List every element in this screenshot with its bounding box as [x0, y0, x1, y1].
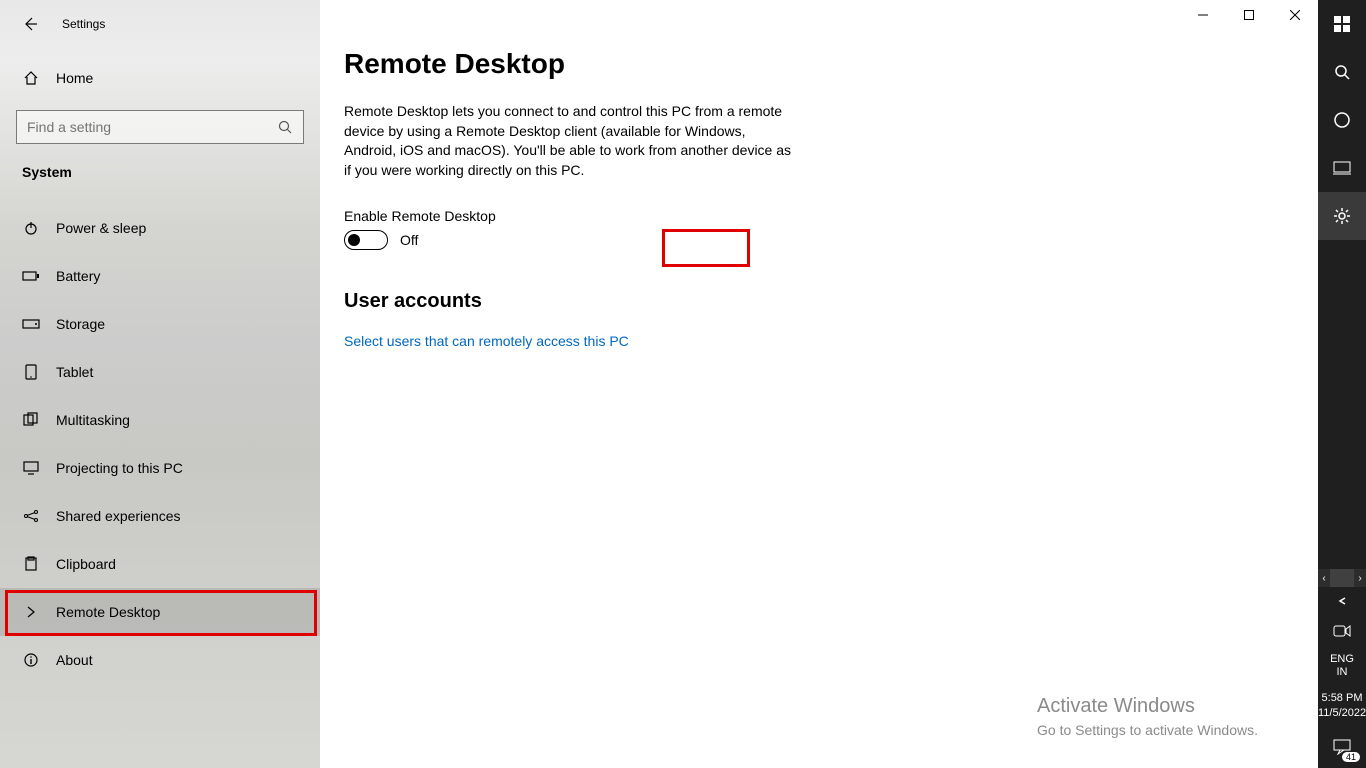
action-center-button[interactable]: 41 — [1318, 726, 1366, 768]
back-button[interactable] — [12, 6, 48, 42]
taskbar-search-button[interactable] — [1318, 48, 1366, 96]
sidebar-item-storage[interactable]: Storage — [0, 300, 320, 348]
home-icon — [20, 70, 42, 86]
enable-remote-desktop-toggle[interactable] — [344, 230, 388, 250]
sidebar-item-label: Projecting to this PC — [56, 460, 183, 476]
maximize-button[interactable] — [1226, 0, 1272, 30]
sidebar-item-clipboard[interactable]: Clipboard — [0, 540, 320, 588]
home-nav[interactable]: Home — [0, 58, 320, 98]
notification-badge: 41 — [1342, 752, 1360, 762]
page-description: Remote Desktop lets you connect to and c… — [344, 102, 794, 180]
meet-now-button[interactable] — [1318, 615, 1366, 647]
taskbar-scroll[interactable]: ‹ › — [1318, 569, 1366, 587]
sidebar-item-multitasking[interactable]: Multitasking — [0, 396, 320, 444]
sidebar-item-label: Battery — [56, 268, 100, 284]
remote-desktop-icon — [20, 604, 42, 620]
multitasking-icon — [20, 412, 42, 428]
category-label: System — [0, 144, 320, 190]
cortana-button[interactable] — [1318, 96, 1366, 144]
watermark-subtitle: Go to Settings to activate Windows. — [1037, 722, 1258, 738]
sidebar-item-about[interactable]: About — [0, 636, 320, 684]
sidebar-item-label: Remote Desktop — [56, 604, 160, 620]
close-button[interactable] — [1272, 0, 1318, 30]
power-icon — [20, 220, 42, 236]
projecting-icon — [20, 460, 42, 476]
main-content: Remote Desktop Remote Desktop lets you c… — [320, 0, 1318, 768]
lang-secondary: IN — [1318, 666, 1366, 679]
scroll-left-icon[interactable]: ‹ — [1318, 569, 1330, 587]
clock-date: 11/5/2022 — [1318, 706, 1366, 720]
sidebar-item-power-sleep[interactable]: Power & sleep — [0, 204, 320, 252]
settings-sidebar: Settings Home System Power & sleep Batte… — [0, 0, 320, 768]
clock-time: 5:58 PM — [1318, 691, 1366, 705]
language-indicator[interactable]: ENG IN — [1318, 647, 1366, 685]
page-title: Remote Desktop — [344, 48, 1318, 80]
sidebar-item-label: Tablet — [56, 364, 93, 380]
scroll-track[interactable] — [1330, 569, 1354, 587]
sidebar-item-remote-desktop[interactable]: Remote Desktop — [0, 588, 320, 636]
sidebar-item-label: Power & sleep — [56, 220, 146, 236]
sidebar-item-label: Shared experiences — [56, 508, 181, 524]
info-icon — [20, 652, 42, 668]
sidebar-item-tablet[interactable]: Tablet — [0, 348, 320, 396]
sidebar-item-label: Storage — [56, 316, 105, 332]
home-label: Home — [56, 70, 93, 86]
shared-icon — [20, 508, 42, 524]
window-title: Settings — [62, 17, 105, 31]
sidebar-item-shared-experiences[interactable]: Shared experiences — [0, 492, 320, 540]
sidebar-item-label: Clipboard — [56, 556, 116, 572]
tablet-icon — [20, 364, 42, 380]
start-button[interactable] — [1318, 0, 1366, 48]
taskbar: ‹ › ENG IN 5:58 PM 11/5/2022 41 — [1318, 0, 1366, 768]
user-accounts-heading: User accounts — [344, 290, 1318, 313]
battery-icon — [20, 270, 42, 282]
storage-icon — [20, 318, 42, 330]
sidebar-item-battery[interactable]: Battery — [0, 252, 320, 300]
lang-primary: ENG — [1318, 653, 1366, 666]
clock[interactable]: 5:58 PM 11/5/2022 — [1318, 685, 1366, 726]
show-hidden-icons-button[interactable] — [1318, 587, 1366, 615]
sidebar-item-projecting[interactable]: Projecting to this PC — [0, 444, 320, 492]
search-box[interactable] — [16, 110, 304, 144]
search-icon — [277, 119, 293, 135]
activation-watermark: Activate Windows Go to Settings to activ… — [1037, 695, 1258, 738]
toggle-label: Enable Remote Desktop — [344, 208, 1318, 224]
clipboard-icon — [20, 556, 42, 572]
sidebar-item-label: About — [56, 652, 93, 668]
select-users-link[interactable]: Select users that can remotely access th… — [344, 333, 629, 349]
toggle-knob — [348, 234, 360, 246]
sidebar-item-label: Multitasking — [56, 412, 130, 428]
task-view-button[interactable] — [1318, 144, 1366, 192]
taskbar-app-settings[interactable] — [1318, 192, 1366, 240]
toggle-state-text: Off — [400, 232, 418, 248]
minimize-button[interactable] — [1180, 0, 1226, 30]
watermark-title: Activate Windows — [1037, 695, 1258, 718]
search-input[interactable] — [27, 119, 277, 135]
scroll-right-icon[interactable]: › — [1354, 569, 1366, 587]
